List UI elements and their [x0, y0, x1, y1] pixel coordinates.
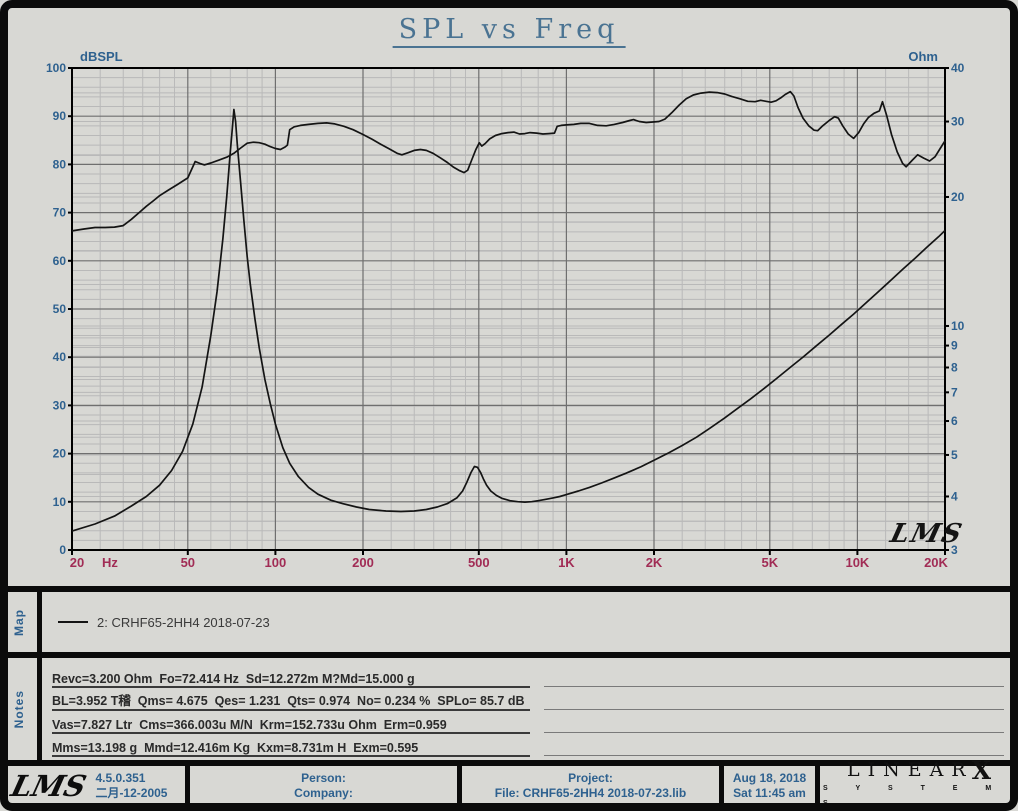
right-tick-label: 40 — [951, 61, 965, 75]
left-tick-label: 70 — [53, 206, 67, 220]
left-tick-label: 100 — [46, 61, 66, 75]
notes-rule — [544, 755, 1004, 756]
lms-logo: LMS — [9, 772, 89, 800]
map-tab-label: Map — [12, 609, 26, 636]
x-tick-label: 1K — [558, 555, 575, 570]
person-label: Person: — [301, 771, 346, 786]
notes-line: Vas=7.827 Ltr Cms=366.003u M/N Krm=152.7… — [52, 711, 1004, 734]
left-tick-label: 10 — [53, 495, 67, 509]
x-axis-unit: Hz — [102, 555, 118, 570]
datetime-cell: Aug 18, 2018 Sat 11:45 am — [724, 766, 820, 811]
linearx-wordmark: LINEAR — [847, 761, 974, 780]
notes-line-text: Vas=7.827 Ltr Cms=366.003u M/N Krm=152.7… — [52, 718, 530, 734]
notes-line-text: BL=3.952 T稽 Qms= 4.675 Qes= 1.231 Qts= 0… — [52, 690, 530, 711]
x-tick-label: 500 — [468, 555, 490, 570]
chart-title: SPL vs Freq — [393, 14, 626, 48]
person-company-cell: Person: Company: — [190, 766, 462, 811]
left-tick-label: 30 — [53, 398, 67, 412]
app-version: 4.5.0.351 — [95, 771, 167, 786]
chart-panel: SPL vs Freq 20 50 100 200 500 1K 2K 5K 10K 20K Hz 0… — [0, 0, 1018, 586]
notes-line: Mms=13.198 g Mmd=12.416m Kg Kxm=8.731m H… — [52, 734, 1004, 757]
map-panel: Map 2: CRHF65-2HH4 2018-07-23 — [0, 586, 1018, 652]
notes-line-text: Revc=3.200 Ohm Fo=72.414 Hz Sd=12.272m M… — [52, 672, 530, 688]
right-tick-label: 20 — [951, 190, 965, 204]
left-tick-label: 80 — [53, 157, 67, 171]
right-tick-label: 4 — [951, 489, 958, 503]
notes-line: Revc=3.200 Ohm Fo=72.414 Hz Sd=12.272m M… — [52, 665, 1004, 688]
notes-tab[interactable]: Notes — [0, 658, 42, 760]
right-tick-label: 30 — [951, 115, 965, 129]
time-text: Sat 11:45 am — [733, 786, 806, 801]
left-tick-label: 0 — [59, 543, 66, 557]
notes-body: Revc=3.200 Ohm Fo=72.414 Hz Sd=12.272m M… — [42, 658, 1018, 760]
spl-vs-freq-plot[interactable]: 20 50 100 200 500 1K 2K 5K 10K 20K Hz 0 10 20 30 40 50 60… — [0, 0, 1018, 586]
app-build-date: 二月-12-2005 — [95, 786, 167, 801]
file-label: File: CRHF65-2HH4 2018-07-23.lib — [495, 786, 686, 801]
project-file-cell: Project: File: CRHF65-2HH4 2018-07-23.li… — [462, 766, 724, 811]
curve-impedance — [72, 110, 945, 532]
notes-line: BL=3.952 T稽 Qms= 4.675 Qes= 1.231 Qts= 0… — [52, 688, 1004, 711]
notes-tab-label: Notes — [12, 690, 26, 728]
left-tick-label: 20 — [53, 447, 67, 461]
linearx-systems: S Y S T E M S — [820, 781, 1018, 811]
x-tick-label: 50 — [181, 555, 195, 570]
project-label: Project: — [568, 771, 613, 786]
linearx-x: X — [972, 761, 991, 780]
notes-panel: Notes Revc=3.200 Ohm Fo=72.414 Hz Sd=12.… — [0, 652, 1018, 760]
linearx-logo: LINEARX S Y S T E M S — [820, 766, 1018, 811]
left-tick-label: 60 — [53, 254, 67, 268]
legend-line-swatch — [58, 621, 88, 623]
map-legend: 2: CRHF65-2HH4 2018-07-23 — [42, 592, 1018, 652]
curve-spl — [72, 92, 945, 231]
left-tick-label: 90 — [53, 109, 67, 123]
x-tick-label: 200 — [352, 555, 374, 570]
status-bar: LMS 4.5.0.351 二月-12-2005 Person: Company… — [0, 760, 1018, 811]
lms-window: SPL vs Freq 20 50 100 200 500 1K 2K 5K 10K 20K Hz 0… — [0, 0, 1018, 811]
right-tick-label: 9 — [951, 339, 958, 353]
right-tick-label: 6 — [951, 414, 958, 428]
x-tick-label: 100 — [265, 555, 287, 570]
left-tick-label: 40 — [53, 350, 67, 364]
app-version-cell: LMS 4.5.0.351 二月-12-2005 — [0, 766, 190, 811]
right-tick-label: 10 — [951, 319, 965, 333]
notes-rule — [544, 709, 1004, 710]
left-axis-unit: dBSPL — [80, 49, 123, 64]
legend-item[interactable]: 2: CRHF65-2HH4 2018-07-23 — [97, 615, 270, 630]
notes-rule — [544, 686, 1004, 687]
right-axis-unit: Ohm — [908, 49, 938, 64]
x-tick-label: 10K — [845, 555, 869, 570]
right-tick-label: 5 — [951, 448, 958, 462]
company-label: Company: — [294, 786, 353, 801]
x-tick-label: 2K — [646, 555, 663, 570]
right-tick-label: 8 — [951, 360, 958, 374]
notes-line-text: Mms=13.198 g Mmd=12.416m Kg Kxm=8.731m H… — [52, 741, 530, 757]
notes-rule — [544, 732, 1004, 733]
lms-watermark: LMS — [886, 518, 966, 549]
left-tick-label: 50 — [53, 302, 67, 316]
x-tick-label: 5K — [761, 555, 778, 570]
map-tab[interactable]: Map — [0, 592, 42, 652]
right-tick-label: 7 — [951, 385, 958, 399]
date-text: Aug 18, 2018 — [733, 771, 806, 786]
x-tick-label: 20K — [924, 555, 948, 570]
x-tick-label: 20 — [70, 555, 84, 570]
